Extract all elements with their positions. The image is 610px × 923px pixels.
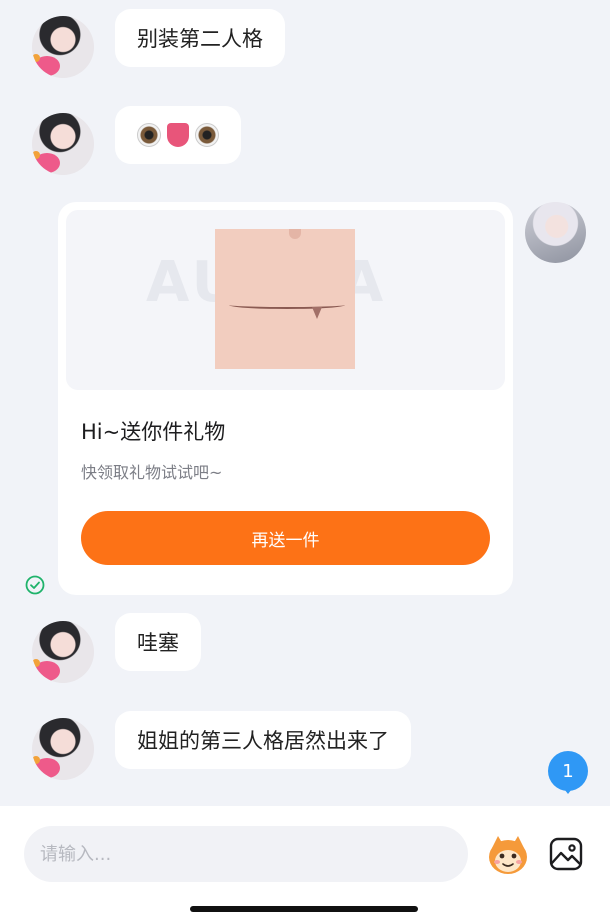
gift-image-detail [229, 301, 345, 309]
gift-title: Hi~送你件礼物 [81, 420, 226, 444]
avatar-frame-decoration [32, 659, 40, 667]
message-text: 哇塞 [137, 631, 179, 655]
contact-avatar[interactable] [32, 718, 94, 780]
message-bubble[interactable] [115, 106, 241, 164]
avatar-frame-decoration [32, 151, 40, 159]
chat-screen: 别装第二人格 AUORA Hi~送你件礼物 快领取礼物试试吧~ 再送一件 [0, 0, 610, 923]
message-bubble[interactable]: 姐姐的第三人格居然出来了 [115, 711, 411, 769]
home-indicator [190, 906, 418, 912]
avatar-frame-decoration [32, 54, 40, 62]
unread-count-badge[interactable]: 1 [548, 751, 588, 794]
tongue-emoji [167, 123, 189, 147]
message-text: 姐姐的第三人格居然出来了 [137, 729, 389, 753]
gift-card[interactable]: AUORA Hi~送你件礼物 快领取礼物试试吧~ 再送一件 [58, 202, 513, 595]
message-bubble[interactable]: 别装第二人格 [115, 9, 285, 67]
send-another-gift-button[interactable]: 再送一件 [81, 511, 490, 565]
sent-check-icon [25, 575, 45, 595]
gift-image-detail [289, 229, 301, 239]
composer-bar [0, 806, 610, 923]
eyes-emoji [195, 123, 219, 147]
contact-avatar[interactable] [32, 621, 94, 683]
image-picker-icon[interactable] [549, 837, 583, 871]
gift-image [215, 229, 355, 369]
avatar-frame-decoration [32, 756, 40, 764]
message-text: 别装第二人格 [137, 27, 263, 51]
my-avatar[interactable] [525, 202, 586, 263]
message-input[interactable] [24, 826, 468, 882]
eyes-emoji [137, 123, 161, 147]
message-bubble[interactable]: 哇塞 [115, 613, 201, 671]
gift-preview: AUORA [66, 210, 505, 390]
mascot-emoji-icon[interactable] [486, 834, 530, 876]
gift-subtitle: 快领取礼物试试吧~ [81, 463, 223, 482]
contact-avatar[interactable] [32, 16, 94, 78]
gift-image-detail [312, 307, 322, 319]
contact-avatar[interactable] [32, 113, 94, 175]
